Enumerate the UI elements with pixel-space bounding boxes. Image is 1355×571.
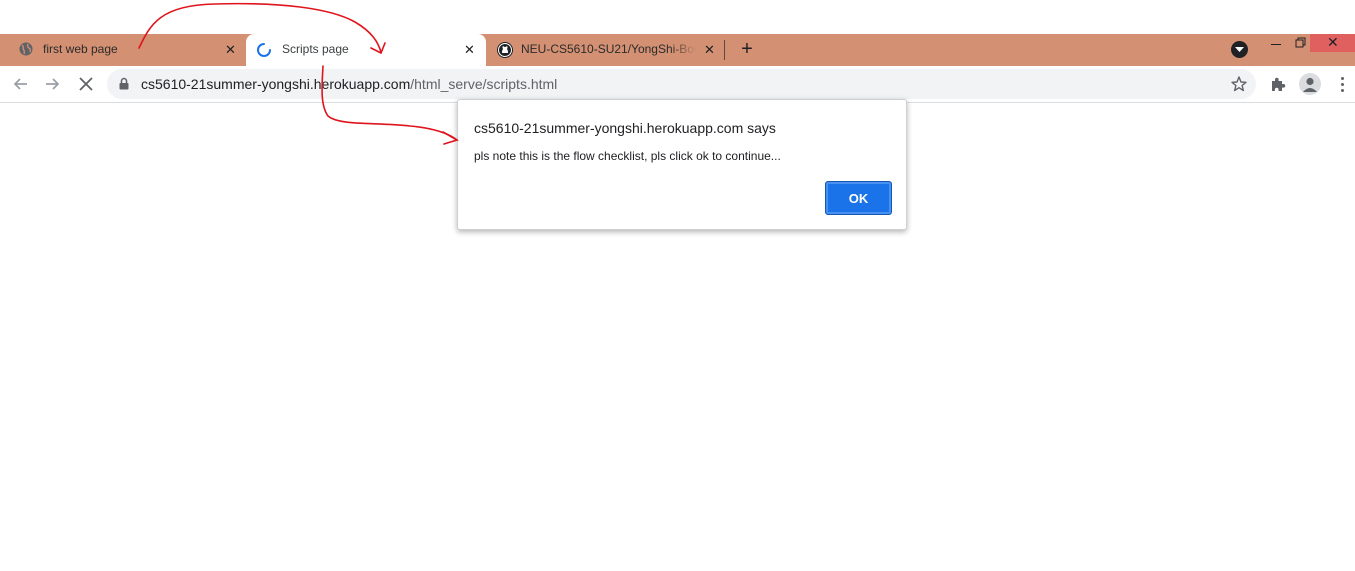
- github-icon: [497, 42, 513, 61]
- url-text[interactable]: cs5610-21summer-yongshi.herokuapp.com/ht…: [141, 76, 557, 92]
- menu-dot: [1341, 89, 1344, 92]
- tab-github-repo[interactable]: NEU-CS5610-SU21/YongShi-Boo ✕: [486, 34, 724, 66]
- browser-toolbar: cs5610-21summer-yongshi.herokuapp.com/ht…: [0, 66, 1355, 103]
- chevron-down-icon: [1235, 47, 1244, 52]
- bookmark-star-icon[interactable]: [1230, 75, 1248, 98]
- new-tab-button[interactable]: +: [737, 39, 757, 59]
- restore-icon: [1295, 37, 1306, 48]
- back-button[interactable]: [11, 74, 31, 94]
- menu-dot: [1341, 77, 1344, 80]
- close-icon: ✕: [1327, 34, 1339, 50]
- dialog-message: pls note this is the flow checklist, pls…: [474, 149, 781, 163]
- address-bar[interactable]: cs5610-21summer-yongshi.herokuapp.com/ht…: [107, 69, 1256, 99]
- tab-divider: [724, 40, 725, 60]
- dialog-title: cs5610-21summer-yongshi.herokuapp.com sa…: [474, 120, 776, 136]
- person-icon: [1303, 77, 1317, 92]
- loading-spinner-icon: [256, 42, 272, 61]
- tab-scripts-page[interactable]: Scripts page ✕: [246, 34, 486, 66]
- close-window-button[interactable]: ✕: [1310, 34, 1355, 52]
- browser-menu-button[interactable]: [1338, 75, 1348, 93]
- url-host: cs5610-21summer-yongshi.herokuapp.com: [141, 76, 411, 92]
- minimize-window-button[interactable]: [1271, 34, 1283, 54]
- search-tabs-button[interactable]: [1231, 41, 1248, 58]
- alert-dialog: cs5610-21summer-yongshi.herokuapp.com sa…: [457, 99, 907, 230]
- tab-title: NEU-CS5610-SU21/YongShi-Boo: [521, 42, 696, 56]
- url-path: /html_serve/scripts.html: [410, 76, 558, 92]
- tab-title: first web page: [43, 42, 118, 56]
- tab-first-web-page[interactable]: first web page ✕: [0, 34, 246, 66]
- profile-avatar[interactable]: [1299, 73, 1321, 95]
- stop-icon: [79, 77, 93, 91]
- arrow-left-icon: [13, 78, 27, 90]
- forward-button[interactable]: [42, 74, 62, 94]
- lock-icon[interactable]: [119, 77, 129, 95]
- globe-icon: [19, 42, 33, 59]
- ok-button[interactable]: OK: [825, 181, 892, 215]
- stop-loading-button[interactable]: [76, 74, 96, 94]
- restore-window-button[interactable]: [1295, 36, 1311, 50]
- menu-dot: [1341, 83, 1344, 86]
- close-tab-icon[interactable]: ✕: [704, 42, 715, 58]
- tab-title: Scripts page: [282, 42, 349, 56]
- close-tab-icon[interactable]: ✕: [464, 42, 475, 58]
- extensions-puzzle-icon[interactable]: [1269, 75, 1287, 98]
- window-top-area: [0, 0, 1355, 34]
- arrow-right-icon: [46, 78, 60, 90]
- close-tab-icon[interactable]: ✕: [225, 42, 236, 58]
